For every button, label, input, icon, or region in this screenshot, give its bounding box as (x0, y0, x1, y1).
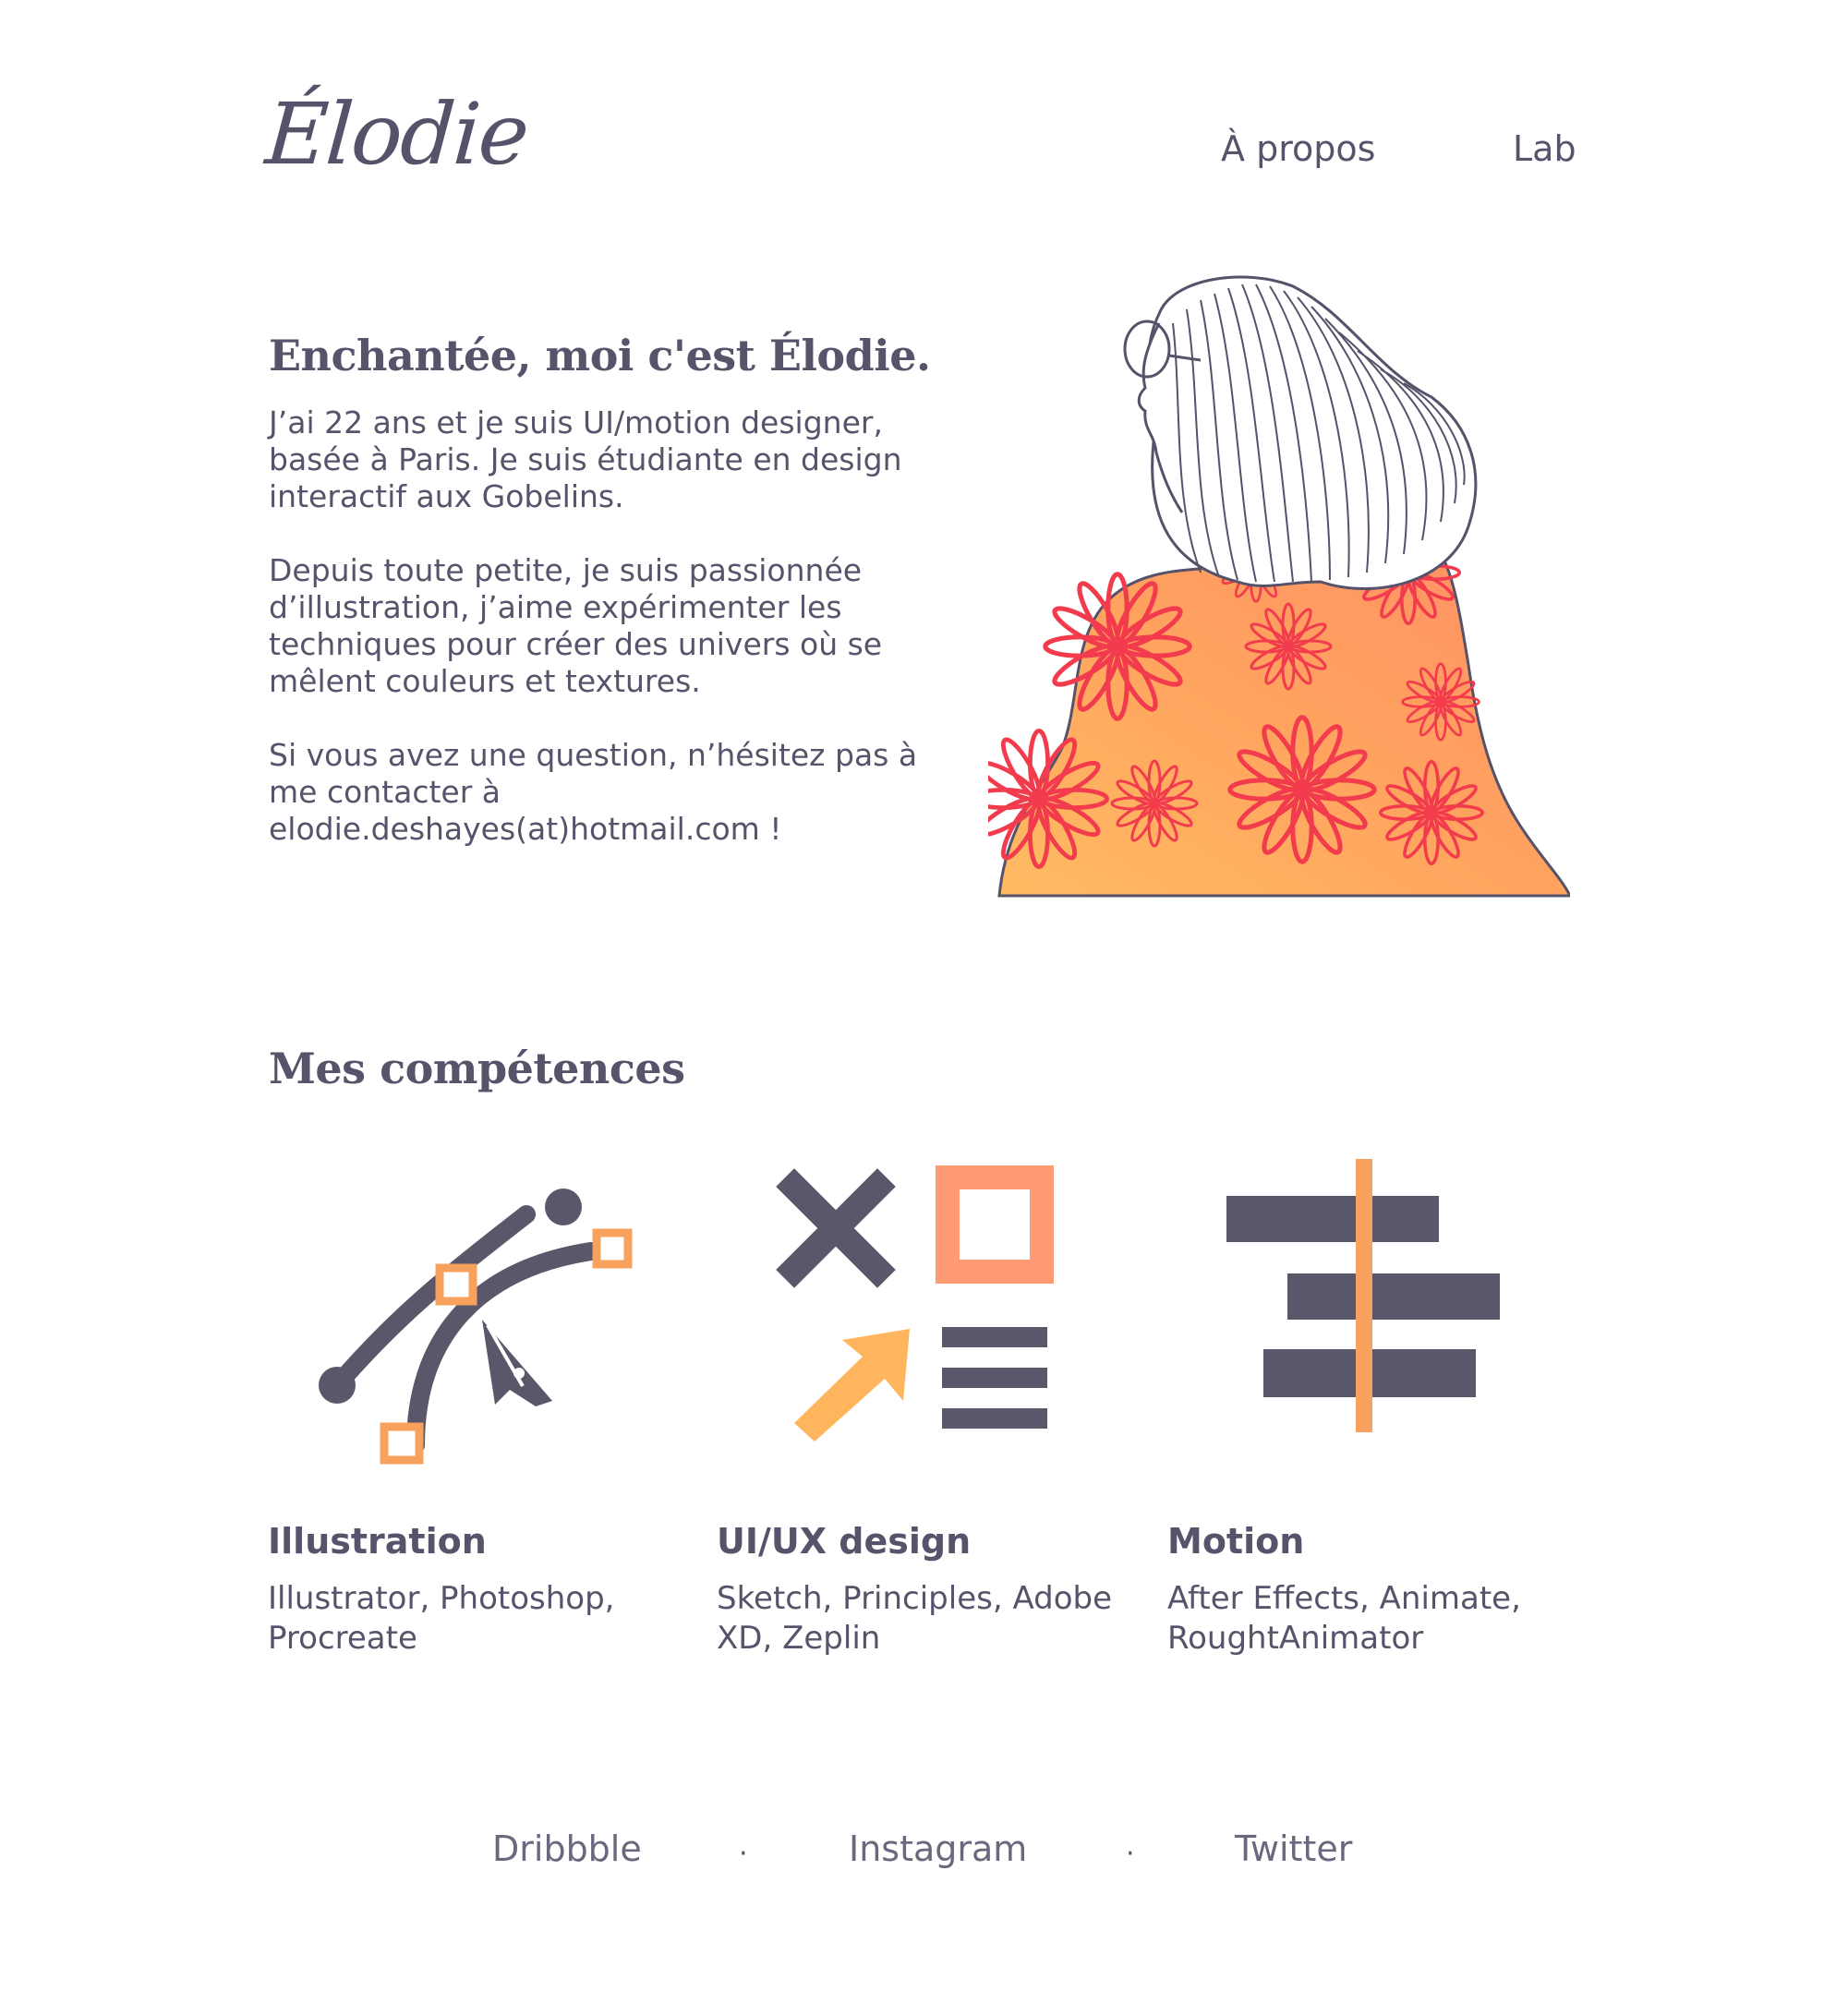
intro-paragraph-2: Depuis toute petite, je suis passionnée … (269, 552, 883, 699)
skill-tools-illustration: Illustrator, Photoshop, Procreate (268, 1580, 615, 1657)
ui-elements-icon (767, 1159, 1099, 1473)
timeline-icon (1210, 1159, 1542, 1473)
footer-link-instagram[interactable]: Instagram (849, 1831, 1027, 1866)
logo[interactable]: Élodie (262, 85, 530, 184)
skill-name-motion: Motion (1167, 1521, 1305, 1562)
skill-name-illustration: Illustration (268, 1521, 487, 1562)
gobelins-link-label: Gobelins. (481, 478, 624, 514)
intro-paragraph-1: J’ai 22 ans et je suis UI/motion designe… (269, 404, 934, 516)
footer-separator: · (739, 1838, 748, 1870)
portrait-svg (988, 275, 1573, 898)
bezier-pen-icon (314, 1159, 646, 1473)
intro-title: Enchantée, moi c'est Élodie. (269, 331, 931, 380)
portrait-illustration (988, 268, 1573, 905)
skill-name-uiux: UI/UX design (717, 1521, 972, 1562)
skill-tools-uiux: Sketch, Principles, Adobe XD, Zeplin (717, 1580, 1113, 1657)
gobelins-link[interactable]: Gobelins. (481, 478, 628, 516)
nav-link-lab[interactable]: Lab (1513, 131, 1576, 166)
footer-link-dribbble[interactable]: Dribbble (492, 1831, 642, 1866)
skills-title: Mes compétences (269, 1044, 685, 1093)
intro-paragraph-3: Si vous avez une question, n’hésitez pas… (269, 737, 918, 847)
skill-tools-motion: After Effects, Animate, RoughtAnimator (1167, 1580, 1521, 1657)
footer-link-twitter[interactable]: Twitter (1235, 1831, 1352, 1866)
nav-link-about[interactable]: À propos (1221, 131, 1375, 166)
footer-separator: · (1126, 1838, 1135, 1870)
